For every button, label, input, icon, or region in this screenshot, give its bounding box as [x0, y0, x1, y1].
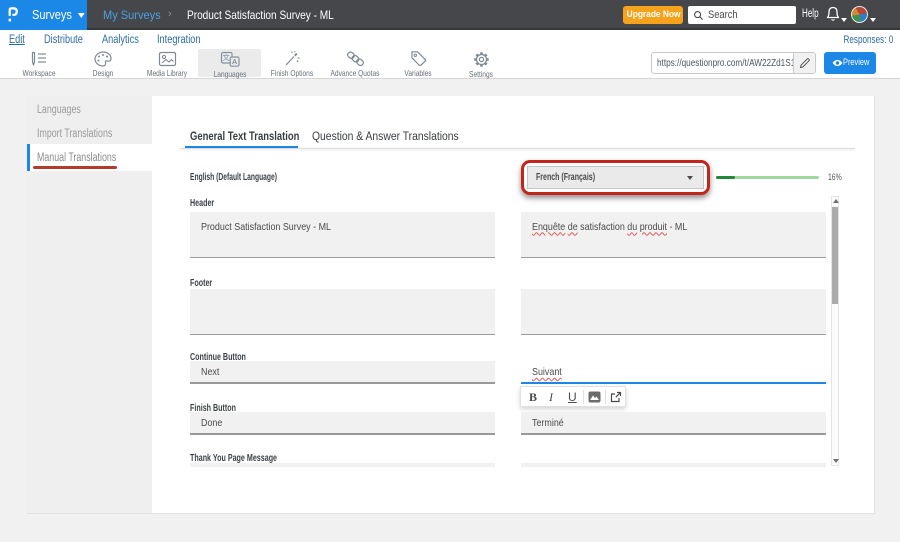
svg-text:A: A — [232, 57, 238, 66]
svg-text:文: 文 — [222, 52, 230, 62]
